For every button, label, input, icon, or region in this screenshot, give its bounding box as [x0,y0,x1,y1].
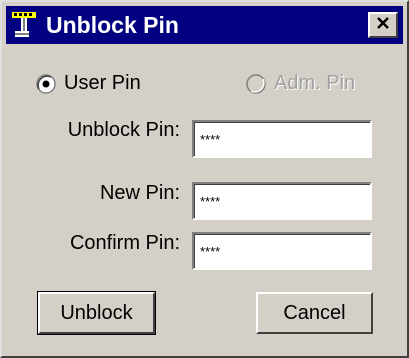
unblock-pin-input[interactable] [192,120,372,158]
new-pin-label: New Pin: [99,182,180,204]
confirm-pin-input[interactable] [192,232,372,270]
user-pin-label: User Pin [64,72,141,94]
radio-selected-icon [36,73,56,94]
pin-icon [10,11,38,39]
unblock-pin-dialog: Unblock Pin User Pin Adm. Pin Unblock Pi… [0,0,409,358]
unblock-pin-label: Unblock Pin: [67,119,180,141]
confirm-pin-label: Confirm Pin: [69,232,180,254]
close-icon [376,16,390,34]
cancel-button[interactable]: Cancel [256,292,373,334]
unblock-button[interactable]: Unblock [37,291,156,335]
close-button[interactable] [368,12,398,38]
user-pin-radio[interactable]: User Pin [36,72,141,95]
radio-unselected-icon [246,73,266,94]
new-pin-input[interactable] [192,182,372,220]
adm-pin-label: Adm. Pin [274,72,356,94]
adm-pin-radio[interactable]: Adm. Pin [246,72,355,95]
title-bar: Unblock Pin [6,6,403,44]
window-title: Unblock Pin [46,12,179,38]
